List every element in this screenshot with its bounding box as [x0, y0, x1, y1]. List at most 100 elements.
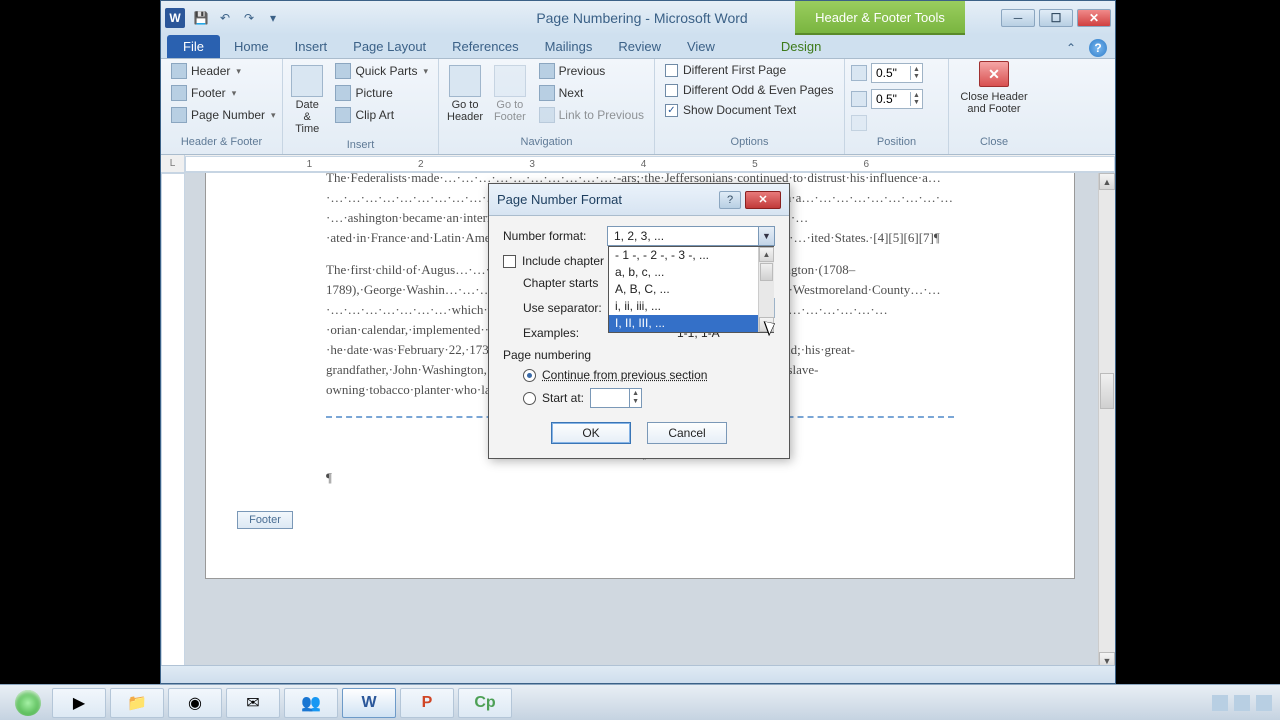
dialog-close-button[interactable]: ✕: [745, 191, 781, 209]
header-button[interactable]: Header: [167, 61, 280, 81]
dd-option-selected[interactable]: I, II, III, ...: [609, 315, 773, 332]
status-bar: [161, 665, 1115, 683]
cancel-button[interactable]: Cancel: [647, 422, 727, 444]
next-button[interactable]: Next: [535, 83, 648, 103]
tab-file[interactable]: File: [167, 35, 220, 58]
insert-align-tab[interactable]: [851, 113, 923, 133]
taskbar-captivate[interactable]: Cp: [458, 688, 512, 718]
picture-button[interactable]: Picture: [331, 83, 432, 103]
combo-dropdown-icon[interactable]: ▼: [758, 227, 774, 245]
ribbon-tabs: File Home Insert Page Layout References …: [161, 35, 1115, 59]
tab-design[interactable]: Design: [769, 35, 833, 58]
taskbar-chrome[interactable]: ◉: [168, 688, 222, 718]
next-icon: [539, 85, 555, 101]
clip-art-button[interactable]: Clip Art: [331, 105, 432, 125]
close-header-footer-button[interactable]: ✕ Close Header and Footer: [955, 61, 1033, 115]
dd-scroll-down-icon[interactable]: ▼: [759, 317, 774, 332]
footer-button[interactable]: Footer: [167, 83, 280, 103]
dd-option[interactable]: i, ii, iii, ...: [609, 298, 773, 315]
tab-insert[interactable]: Insert: [283, 35, 340, 58]
qat-more-icon[interactable]: ▾: [263, 8, 283, 28]
help-icon[interactable]: ?: [1089, 39, 1107, 57]
taskbar: ▶ 📁 ◉ ✉ 👥 W P Cp: [0, 684, 1280, 720]
tab-view[interactable]: View: [675, 35, 727, 58]
scroll-up-icon[interactable]: ▲: [1099, 173, 1115, 190]
continue-radio[interactable]: Continue from previous section: [523, 368, 775, 382]
show-doc-text-checkbox[interactable]: ✓Show Document Text: [661, 101, 838, 119]
taskbar-app-2[interactable]: 📁: [110, 688, 164, 718]
diff-odd-even-checkbox[interactable]: Different Odd & Even Pages: [661, 81, 838, 99]
vertical-ruler[interactable]: [161, 173, 185, 669]
number-format-combo[interactable]: 1, 2, 3, ... ▼ - 1 -, - 2 -, - 3 -, ... …: [607, 226, 775, 246]
date-time-button[interactable]: Date & Time: [289, 61, 325, 139]
paragraph-mark: ¶: [326, 468, 954, 488]
tab-home[interactable]: Home: [222, 35, 281, 58]
header-top-spin[interactable]: ▲▼: [851, 61, 923, 85]
page-number-button[interactable]: Page Number: [167, 105, 280, 125]
dd-option[interactable]: A, B, C, ...: [609, 281, 773, 298]
taskbar-app-1[interactable]: ▶: [52, 688, 106, 718]
minimize-button[interactable]: ─: [1001, 9, 1035, 27]
taskbar-word[interactable]: W: [342, 688, 396, 718]
footer-bottom-input[interactable]: [872, 92, 910, 106]
scroll-thumb[interactable]: [1100, 373, 1114, 409]
ok-button[interactable]: OK: [551, 422, 631, 444]
number-format-value: 1, 2, 3, ...: [608, 227, 758, 245]
tab-mailings[interactable]: Mailings: [533, 35, 605, 58]
header-icon: [171, 63, 187, 79]
group-close: Close: [955, 136, 1033, 152]
taskbar-powerpoint[interactable]: P: [400, 688, 454, 718]
dialog-titlebar[interactable]: Page Number Format ? ✕: [489, 184, 789, 216]
chapter-starts-label: Chapter starts: [523, 276, 619, 290]
number-format-dropdown-list: - 1 -, - 2 -, - 3 -, ... a, b, c, ... A,…: [608, 246, 774, 333]
prev-icon: [539, 63, 555, 79]
use-separator-label: Use separator:: [523, 301, 619, 315]
horizontal-ruler[interactable]: 1 2 3 4 5 6: [185, 156, 1115, 172]
goto-footer-icon: [494, 65, 526, 97]
dialog-help-button[interactable]: ?: [719, 191, 741, 209]
vertical-scrollbar[interactable]: ▲ ▼: [1098, 173, 1115, 669]
tab-selector[interactable]: L: [161, 155, 185, 173]
dropdown-scrollbar[interactable]: ▲ ▼: [758, 247, 774, 332]
quick-parts-button[interactable]: Quick Parts: [331, 61, 432, 81]
context-tab-label: Header & Footer Tools: [795, 1, 965, 35]
page-number-icon: [171, 107, 187, 123]
app-icon: W: [165, 8, 185, 28]
goto-footer-button: Go to Footer: [491, 61, 529, 127]
goto-header-button[interactable]: Go to Header: [445, 61, 485, 127]
start-at-input[interactable]: ▲▼: [590, 388, 642, 408]
maximize-button[interactable]: ☐: [1039, 9, 1073, 27]
window-close-button[interactable]: ✕: [1077, 9, 1111, 27]
previous-button[interactable]: Previous: [535, 61, 648, 81]
redo-icon[interactable]: ↷: [239, 8, 259, 28]
footer-bottom-icon: [851, 91, 867, 107]
start-button[interactable]: [8, 689, 48, 717]
taskbar-app-5[interactable]: 👥: [284, 688, 338, 718]
tray-icon[interactable]: [1234, 695, 1250, 711]
system-tray[interactable]: [1212, 695, 1272, 711]
ribbon-minimize-icon[interactable]: ⌃: [1061, 38, 1081, 58]
group-header-footer: Header & Footer: [167, 136, 276, 152]
tab-references[interactable]: References: [440, 35, 530, 58]
tray-icon[interactable]: [1256, 695, 1272, 711]
ribbon: Header Footer Page Number Header & Foote…: [161, 59, 1115, 155]
clip-art-icon: [335, 107, 351, 123]
save-icon[interactable]: 💾: [191, 8, 211, 28]
footer-section-tab: Footer: [237, 511, 293, 529]
group-position: Position: [851, 136, 942, 152]
dd-option[interactable]: a, b, c, ...: [609, 264, 773, 281]
dd-scroll-thumb[interactable]: [760, 263, 773, 281]
taskbar-app-4[interactable]: ✉: [226, 688, 280, 718]
start-at-radio[interactable]: Start at: ▲▼: [523, 388, 775, 408]
dd-option[interactable]: - 1 -, - 2 -, - 3 -, ...: [609, 247, 773, 264]
tray-icon[interactable]: [1212, 695, 1228, 711]
diff-first-page-checkbox[interactable]: Different First Page: [661, 61, 838, 79]
undo-icon[interactable]: ↶: [215, 8, 235, 28]
header-top-input[interactable]: [872, 66, 910, 80]
footer-bottom-spin[interactable]: ▲▼: [851, 87, 923, 111]
dd-scroll-up-icon[interactable]: ▲: [759, 247, 774, 262]
align-tab-icon: [851, 115, 867, 131]
tab-page-layout[interactable]: Page Layout: [341, 35, 438, 58]
tab-review[interactable]: Review: [606, 35, 673, 58]
calendar-icon: [291, 65, 323, 97]
